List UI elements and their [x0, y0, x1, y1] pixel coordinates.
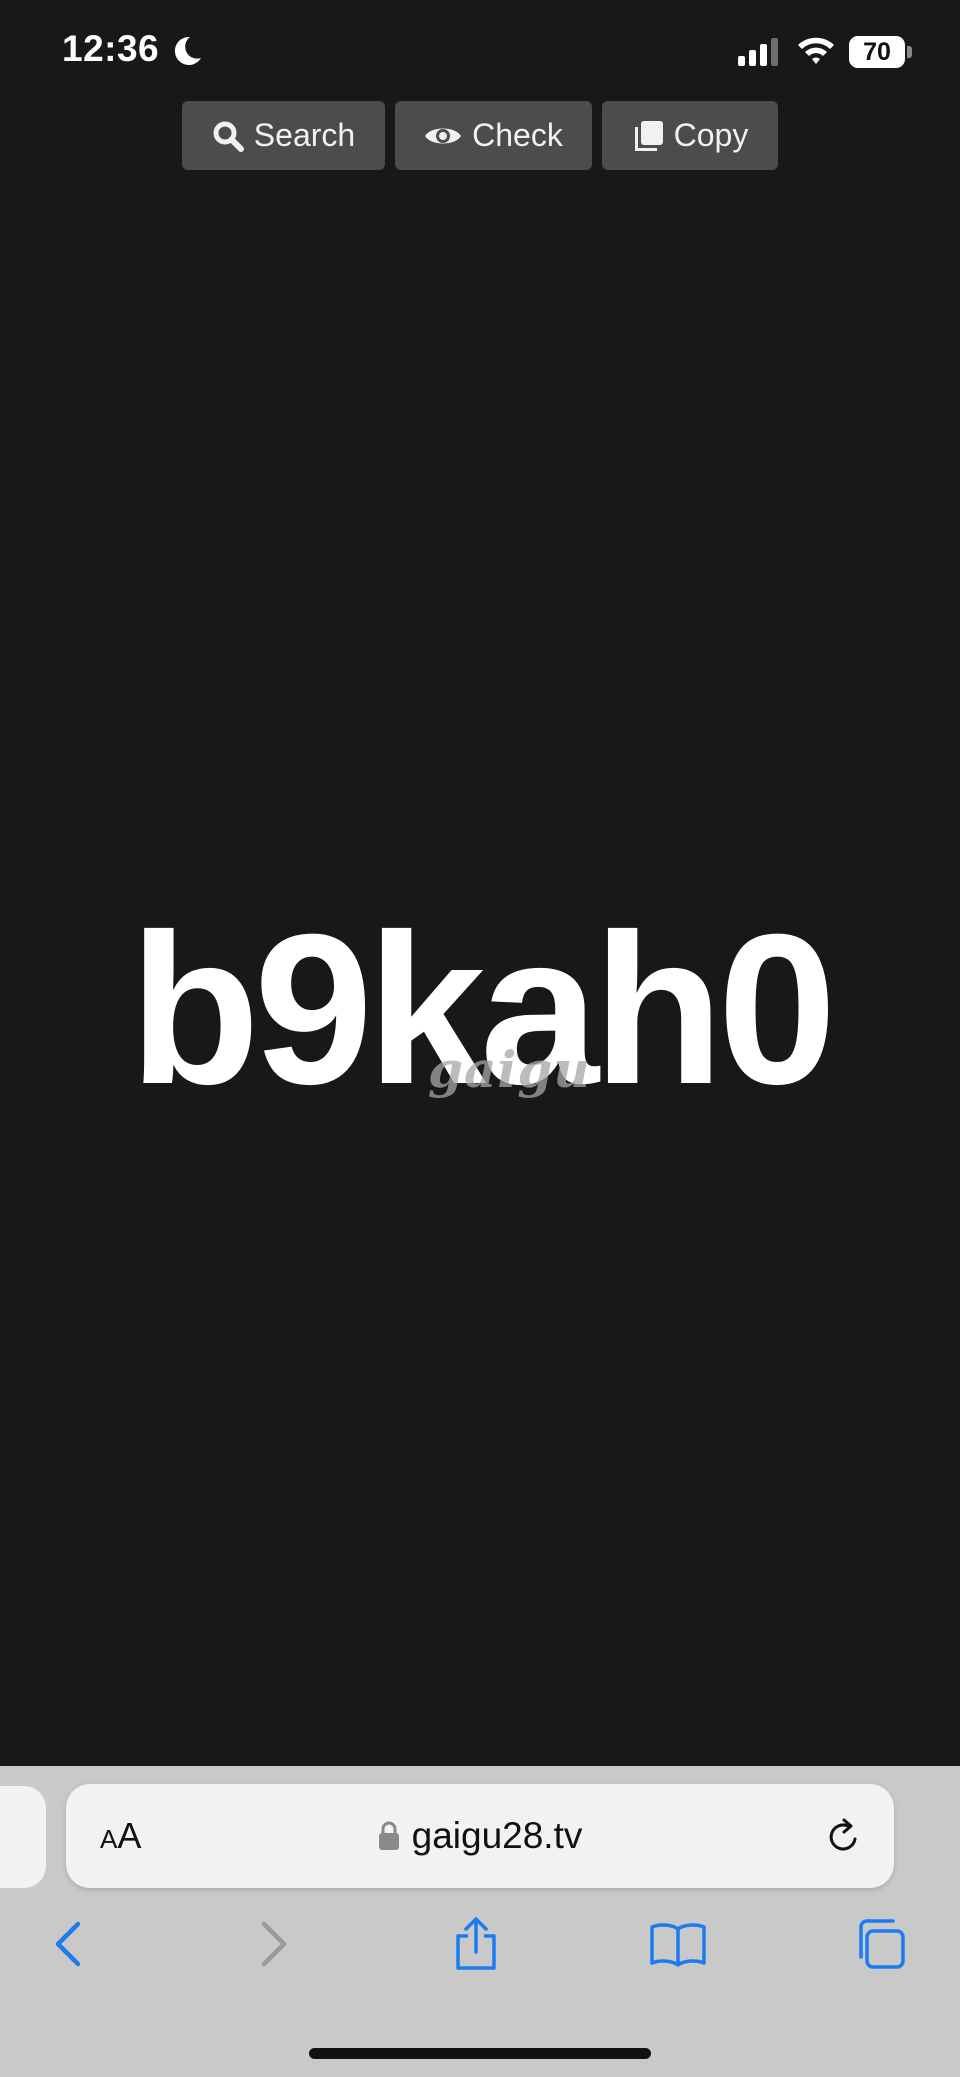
forward-button[interactable] — [242, 1912, 306, 1976]
bookmarks-button[interactable] — [646, 1912, 710, 1976]
url-group: gaigu28.tv — [66, 1784, 894, 1888]
forward-icon — [261, 1921, 287, 1967]
wifi-icon — [798, 37, 834, 64]
check-button-label: Check — [472, 117, 563, 153]
reload-icon[interactable] — [824, 1817, 864, 1857]
check-button[interactable]: Check — [395, 101, 592, 170]
search-icon — [213, 121, 244, 152]
eye-icon — [425, 128, 462, 143]
copy-button-label: Copy — [673, 117, 749, 153]
share-icon — [456, 1917, 496, 1970]
back-button[interactable] — [36, 1912, 100, 1976]
code-text: b9kah0 — [129, 890, 837, 1129]
moon-icon — [174, 36, 201, 65]
browser-nav-row — [0, 1912, 960, 1992]
bookmarks-icon — [650, 1923, 706, 1967]
text-size-small-a: A — [100, 1824, 118, 1854]
search-button-label: Search — [253, 117, 356, 153]
browser-bottom-bar: gaigu28.tv AA — [0, 1766, 960, 2077]
reader-text-size-button[interactable]: AA — [100, 1814, 141, 1858]
status-bar: 12:36 70 — [0, 0, 960, 104]
address-bar[interactable]: gaigu28.tv AA — [66, 1784, 894, 1888]
lock-icon — [378, 1821, 399, 1850]
home-indicator — [309, 2048, 651, 2059]
code-display: b9kah0 gaigu — [0, 880, 960, 1140]
search-button[interactable]: Search — [182, 101, 385, 170]
share-button[interactable] — [444, 1912, 508, 1976]
action-toolbar: Search Check Copy — [0, 101, 960, 171]
battery-icon: 70 — [849, 36, 913, 68]
copy-button[interactable]: Copy — [602, 101, 778, 170]
back-icon — [55, 1921, 81, 1967]
status-time: 12:36 — [62, 28, 160, 69]
previous-tab-preview[interactable] — [0, 1786, 46, 1888]
copy-icon — [634, 120, 663, 151]
tabs-icon — [859, 1919, 905, 1969]
url-text: gaigu28.tv — [411, 1815, 583, 1856]
watermark: gaigu — [428, 1040, 591, 1099]
battery-percent: 70 — [863, 38, 891, 66]
battery-tip — [907, 46, 912, 58]
tabs-button[interactable] — [848, 1912, 912, 1976]
text-size-big-a: A — [117, 1815, 142, 1856]
signal-icon — [738, 38, 778, 66]
